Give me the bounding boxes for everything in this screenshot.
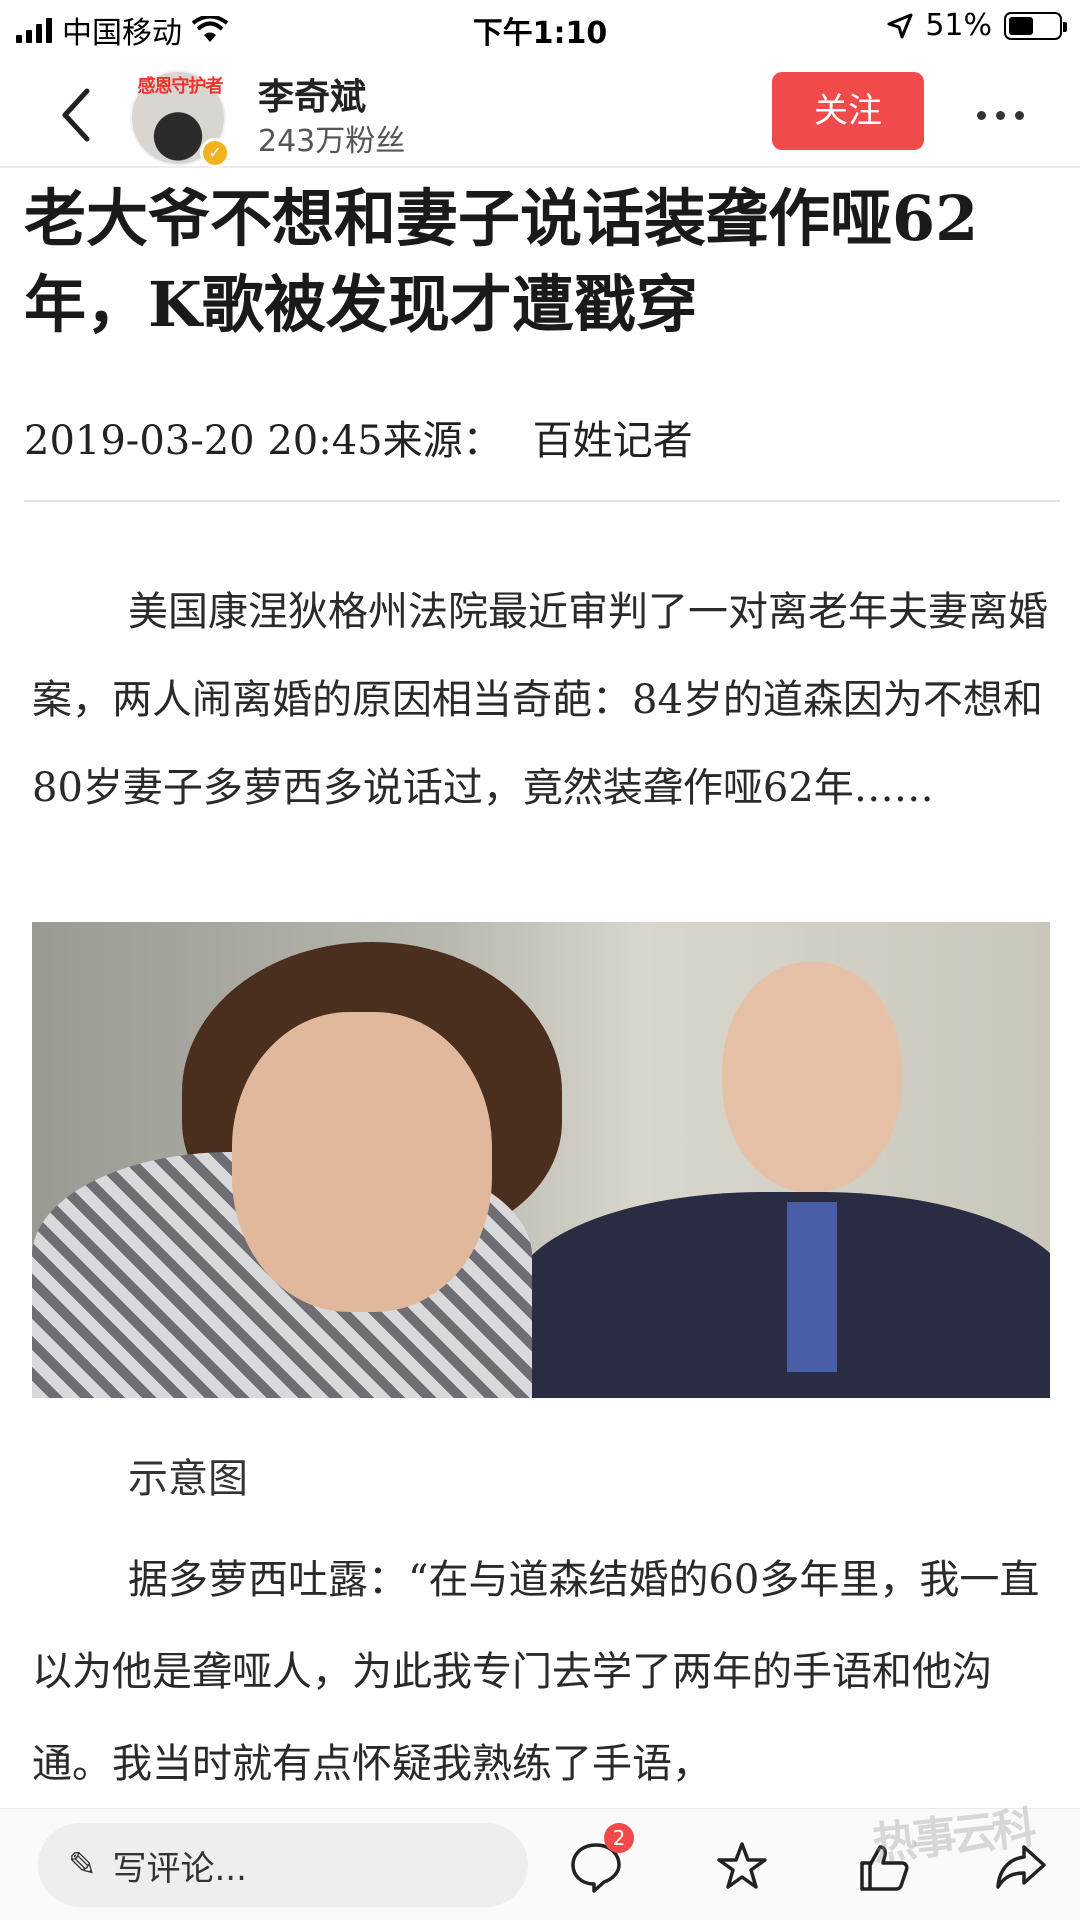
back-button[interactable] bbox=[46, 80, 106, 150]
article-title: 老大爷不想和妻子说话装聋作哑62年，K歌被发现才遭戳穿 bbox=[24, 182, 979, 341]
status-bar-right: 51% bbox=[887, 8, 1067, 43]
article-meta: 2019-03-20 20:45来源： 百姓记者 bbox=[24, 408, 693, 466]
article-paragraph: 据多萝西吐露：“在与道森结婚的60多年里，我一直以为他是聋哑人，为此我专门去学了… bbox=[32, 1557, 1040, 1787]
article-image[interactable] bbox=[32, 922, 1050, 1398]
avatar[interactable]: 感恩守护者 ✓ bbox=[130, 70, 230, 168]
source-label: 来源： bbox=[382, 418, 503, 464]
more-icon bbox=[1014, 110, 1024, 120]
battery-fill bbox=[1009, 16, 1034, 35]
follow-button[interactable]: 关注 bbox=[772, 72, 924, 150]
avatar-ribbon: 感恩守护者 bbox=[137, 76, 224, 97]
verified-badge-icon: ✓ bbox=[200, 138, 230, 168]
more-icon bbox=[976, 110, 986, 120]
more-button[interactable] bbox=[960, 80, 1040, 150]
image-man-body bbox=[512, 1192, 1050, 1398]
battery-percent: 51% bbox=[925, 8, 992, 43]
fans-count: 243万粉丝 bbox=[258, 124, 406, 159]
author-name[interactable]: 李奇斌 bbox=[258, 68, 366, 120]
pen-icon: ✎ bbox=[68, 1845, 97, 1885]
comments-button[interactable]: 2 bbox=[560, 1823, 634, 1903]
favorite-button[interactable] bbox=[706, 1831, 778, 1903]
image-caption: 示意图 bbox=[128, 1456, 248, 1502]
comment-placeholder: 写评论... bbox=[112, 1848, 247, 1889]
image-man-tie bbox=[787, 1202, 837, 1372]
status-bar: 中国移动 下午1:10 51% bbox=[0, 0, 1080, 54]
comment-count-badge: 2 bbox=[604, 1823, 634, 1853]
battery-icon bbox=[1004, 11, 1067, 40]
image-woman-face bbox=[232, 1012, 492, 1312]
image-man-head bbox=[722, 962, 902, 1192]
location-icon bbox=[887, 13, 913, 38]
comment-input[interactable]: ✎ 写评论... bbox=[38, 1823, 528, 1907]
article-date: 2019-03-20 20:45 bbox=[24, 418, 383, 464]
more-icon bbox=[995, 110, 1005, 120]
back-icon bbox=[62, 88, 90, 142]
divider bbox=[24, 500, 1060, 502]
article-paragraph: 美国康涅狄格州法院最近审判了一对离老年夫妻离婚案，两人闹离婚的原因相当奇葩：84… bbox=[32, 589, 1048, 811]
article-source: 百姓记者 bbox=[532, 418, 693, 464]
article-header: 感恩守护者 ✓ 李奇斌 243万粉丝 关注 bbox=[0, 60, 1080, 168]
star-icon bbox=[717, 1842, 767, 1889]
